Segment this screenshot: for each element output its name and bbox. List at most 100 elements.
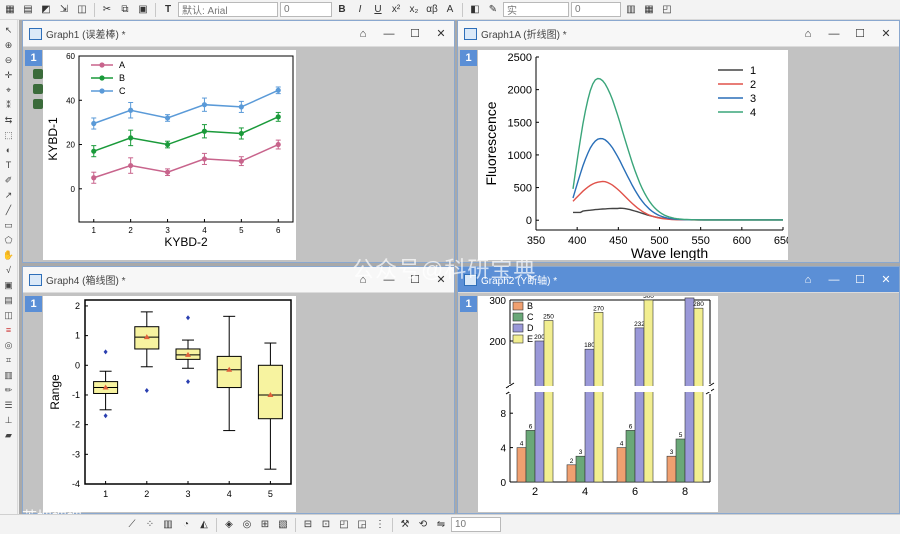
box <box>216 355 242 389</box>
line-tool-icon[interactable]: ╱ <box>2 204 16 216</box>
back-icon[interactable]: ◲ <box>354 518 370 532</box>
maximize-icon[interactable]: ☐ <box>847 273 873 286</box>
annotation-icon[interactable]: ✐ <box>2 174 16 186</box>
axis-icon[interactable]: ⊥ <box>2 414 16 426</box>
hand-icon[interactable]: ✋ <box>2 249 16 261</box>
flip-icon[interactable]: ⇋ <box>433 518 449 532</box>
plot-line-icon[interactable]: ⟋ <box>124 518 140 532</box>
new-graph-icon[interactable]: ◩ <box>38 3 54 17</box>
image-icon[interactable]: ▣ <box>2 279 16 291</box>
line-color-icon[interactable]: ✎ <box>485 3 501 17</box>
distribute-icon[interactable]: ⋮ <box>372 518 388 532</box>
line-style-combo[interactable]: 实 <box>503 2 569 17</box>
export-icon[interactable]: ◫ <box>74 3 90 17</box>
import-icon[interactable]: ⇲ <box>56 3 72 17</box>
new-worksheet-icon[interactable]: ▤ <box>20 3 36 17</box>
copy-icon[interactable]: ⧉ <box>117 3 133 17</box>
x-tick-label: 3 <box>185 489 190 499</box>
screen-reader-icon[interactable]: ⌖ <box>2 84 16 96</box>
minimize-icon[interactable]: — <box>376 28 402 40</box>
greek-icon[interactable]: αβ <box>424 3 440 17</box>
minimize-icon[interactable]: — <box>821 28 847 40</box>
layer-number[interactable]: 1 <box>25 50 42 66</box>
plot-3d-icon[interactable]: ◈ <box>221 518 237 532</box>
plot-template-icon[interactable]: ▧ <box>275 518 291 532</box>
brush-icon[interactable]: ✏ <box>2 384 16 396</box>
layer-icon[interactable]: ▥ <box>623 3 639 17</box>
font-size-combo[interactable]: 0 <box>280 2 332 17</box>
home-icon[interactable]: ⌂ <box>795 274 821 286</box>
graph1a-titlebar[interactable]: Graph1A (折线图) * ⌂ — ☐ ✕ <box>458 21 899 47</box>
plot-scatter-icon[interactable]: ⁘ <box>142 518 158 532</box>
fill-color-icon[interactable]: ◧ <box>467 3 483 17</box>
folder-icon[interactable]: ▰ <box>2 429 16 441</box>
zoom-out-icon[interactable]: ⊖ <box>2 54 16 66</box>
home-icon[interactable]: ⌂ <box>350 28 376 40</box>
bold-icon[interactable]: B <box>334 3 350 17</box>
tool-icon[interactable]: ⚒ <box>397 518 413 532</box>
rotate-icon[interactable]: ⟲ <box>415 518 431 532</box>
lock-icon[interactable] <box>33 84 43 94</box>
maximize-icon[interactable]: ☐ <box>402 27 428 40</box>
group-icon[interactable]: ⊡ <box>318 518 334 532</box>
minimize-icon[interactable]: — <box>821 274 847 286</box>
front-icon[interactable]: ◰ <box>336 518 352 532</box>
polygon-icon[interactable]: ⬠ <box>2 234 16 246</box>
legend-label: 2 <box>750 79 756 91</box>
close-icon[interactable]: ✕ <box>873 27 899 40</box>
plot-stat-icon[interactable]: ⊞ <box>257 518 273 532</box>
graph4-window[interactable]: Graph4 (箱线图) * ⌂ — ☐ ✕ 1 -4 -3 -2 -1 0 1 2 Rang… <box>22 266 455 514</box>
lock-icon[interactable] <box>33 69 43 79</box>
window-icon[interactable]: ◰ <box>659 3 675 17</box>
arrow-icon[interactable]: ↗ <box>2 189 16 201</box>
font-color-icon[interactable]: A <box>442 3 458 17</box>
plot-pie-icon[interactable]: ◔ <box>178 518 194 532</box>
text-icon[interactable]: T <box>2 159 16 171</box>
list-icon[interactable]: ☰ <box>2 399 16 411</box>
table-icon[interactable]: ▥ <box>2 369 16 381</box>
plot-column-icon[interactable]: ▥ <box>160 518 176 532</box>
grid-icon[interactable]: ▦ <box>641 3 657 17</box>
paste-icon[interactable]: ▣ <box>135 3 151 17</box>
line-width-combo[interactable]: 0 <box>571 2 621 17</box>
cut-icon[interactable]: ✂ <box>99 3 115 17</box>
superscript-icon[interactable]: x² <box>388 3 404 17</box>
close-icon[interactable]: ✕ <box>873 273 899 286</box>
layout-icon[interactable]: ▤ <box>2 294 16 306</box>
mask-icon[interactable]: ◐ <box>2 144 16 156</box>
layer-number[interactable]: 1 <box>460 296 477 312</box>
home-icon[interactable]: ⌂ <box>795 28 821 40</box>
graph2-window[interactable]: Graph2 (Y断轴) * ⌂ — ☐ ✕ 1 200 300 0 4 8 2 4 6 200… <box>457 266 900 514</box>
align-icon[interactable]: ⊟ <box>300 518 316 532</box>
layer-number[interactable]: 1 <box>460 50 477 66</box>
rectangle-icon[interactable]: ▭ <box>2 219 16 231</box>
plot-area-icon[interactable]: ◭ <box>196 518 212 532</box>
pointer-icon[interactable]: ↖ <box>2 24 16 36</box>
data-reader-icon[interactable]: ⁑ <box>2 99 16 111</box>
text-tool-icon[interactable]: T <box>160 3 176 17</box>
subscript-icon[interactable]: x₂ <box>406 3 422 17</box>
object-icon[interactable]: ◫ <box>2 309 16 321</box>
graph1-titlebar[interactable]: Graph1 (误差棒) * ⌂ — ☐ ✕ <box>23 21 454 47</box>
font-name-combo[interactable]: 默认: Arial <box>178 2 278 17</box>
graph1a-window[interactable]: Graph1A (折线图) * ⌂ — ☐ ✕ 1 0 500 1000 1500 20… <box>457 20 900 263</box>
scale-icon[interactable]: ✛ <box>2 69 16 81</box>
plot-icon[interactable]: ⌗ <box>2 354 16 366</box>
color-bar-icon[interactable]: ≡ <box>2 324 16 336</box>
broken-axis-bar-chart: 2003000482462002504231802706462323008353… <box>489 291 715 498</box>
italic-icon[interactable]: I <box>352 3 368 17</box>
data-selector-icon[interactable]: ⇆ <box>2 114 16 126</box>
close-icon[interactable]: ✕ <box>428 27 454 40</box>
zoom-in-icon[interactable]: ⊕ <box>2 39 16 51</box>
layer-number[interactable]: 1 <box>25 296 42 312</box>
region-icon[interactable]: ⬚ <box>2 129 16 141</box>
bullseye-icon[interactable]: ◎ <box>2 339 16 351</box>
lock-icon[interactable] <box>33 99 43 109</box>
underline-icon[interactable]: U <box>370 3 386 17</box>
plot-contour-icon[interactable]: ◎ <box>239 518 255 532</box>
new-project-icon[interactable]: ▦ <box>2 3 18 17</box>
formula-icon[interactable]: √ <box>2 264 16 276</box>
graph1-window[interactable]: Graph1 (误差棒) * ⌂ — ☐ ✕ 1 0 20 40 60 1 2 3 4 5 6 KY… <box>22 20 455 263</box>
maximize-icon[interactable]: ☐ <box>847 27 873 40</box>
zoom-combo[interactable]: 10 <box>451 517 501 532</box>
